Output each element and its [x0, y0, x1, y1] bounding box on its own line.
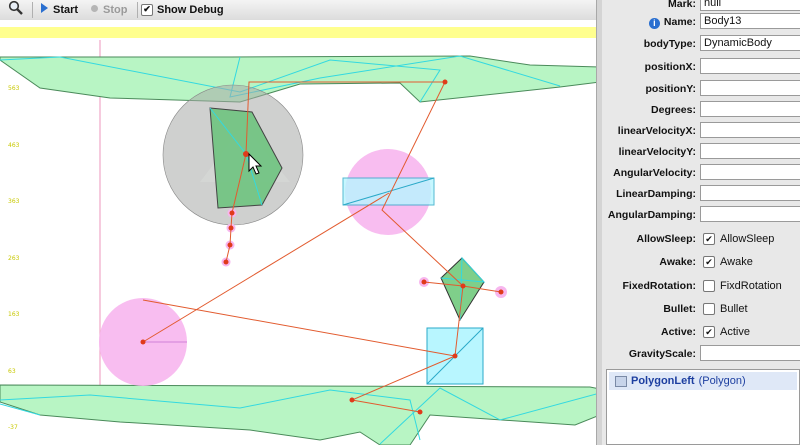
y-label: 463: [8, 142, 20, 149]
allowsleep-checkbox[interactable]: ✔: [703, 233, 715, 245]
prop-row-allowsleep: AllowSleep: ✔ AllowSleep: [602, 229, 800, 250]
selected-body-circle: [162, 84, 304, 226]
y-label: 263: [8, 255, 20, 262]
y-label: -37: [8, 424, 18, 431]
play-icon: [40, 3, 49, 16]
active-checkbox[interactable]: ✔: [703, 326, 715, 338]
prop-row-linearvelocityx: linearVelocityX:: [602, 121, 800, 142]
polygon-fixture-icon: [615, 375, 627, 387]
fixedrotation-label: FixedRotation:: [622, 280, 697, 292]
mark-field[interactable]: null: [700, 0, 800, 11]
prop-row-gravityscale: GravityScale:: [602, 344, 800, 365]
prop-row-awake: Awake: ✔ Awake: [602, 252, 800, 273]
bodytype-label: bodyType:: [643, 38, 696, 50]
active-toggle[interactable]: ✔ Active: [703, 326, 750, 338]
prop-row-name: i Name: Body13: [602, 12, 800, 33]
fixture-list: PolygonLeft (Polygon): [606, 369, 800, 445]
positiony-label: positionY:: [645, 83, 696, 95]
prop-row-angulardamping: AngularDamping:: [602, 205, 800, 226]
gravityscale-field[interactable]: [700, 345, 800, 361]
prop-row-bullet: Bullet: Bullet: [602, 299, 800, 320]
stop-label: Stop: [103, 3, 128, 16]
angulardamping-label: AngularDamping:: [607, 209, 696, 221]
zoom-button[interactable]: [8, 0, 24, 19]
fixedrotation-checkbox[interactable]: [703, 280, 715, 292]
fixture-name: PolygonLeft: [631, 375, 695, 387]
bodytype-field[interactable]: DynamicBody: [700, 35, 800, 51]
toolbar: Start Stop ✔ Show Debug: [0, 0, 600, 21]
prop-row-degrees: Degrees:: [602, 100, 800, 121]
active-label: Active:: [660, 326, 696, 338]
awake-checkbox[interactable]: ✔: [703, 256, 715, 268]
start-label: Start: [53, 3, 79, 16]
prop-row-bodytype: bodyType: DynamicBody: [602, 34, 800, 55]
y-label: 363: [8, 198, 20, 205]
bullet-toggle[interactable]: Bullet: [703, 303, 748, 315]
lineardamping-label: LinearDamping:: [616, 188, 696, 200]
linearvelocityx-field[interactable]: [700, 122, 800, 138]
positiony-field[interactable]: [700, 80, 800, 96]
awake-label: Awake:: [659, 256, 696, 268]
name-label: i Name:: [648, 16, 696, 29]
fixture-list-item[interactable]: PolygonLeft (Polygon): [609, 372, 797, 390]
bullet-label: Bullet:: [663, 303, 696, 315]
linearvelocityy-label: linearVelocityY:: [618, 146, 696, 158]
prop-row-positiony: positionY:: [602, 79, 800, 100]
stop-icon: [90, 4, 99, 16]
fixedrotation-check-label: FixdRotation: [720, 280, 782, 292]
bullet-checkbox[interactable]: [703, 303, 715, 315]
prop-row-fixedrotation: FixedRotation: FixdRotation: [602, 276, 800, 297]
stop-button[interactable]: Stop: [90, 0, 127, 19]
linearvelocityy-field[interactable]: [700, 143, 800, 159]
show-debug-label: Show Debug: [157, 3, 224, 16]
y-label: 163: [8, 311, 20, 318]
prop-row-linearvelocityy: linearVelocityY:: [602, 142, 800, 163]
bullet-check-label: Bullet: [720, 303, 748, 315]
angularvelocity-label: AngularVelocity:: [613, 167, 696, 179]
pink-circle-body: [342, 149, 435, 235]
allowsleep-check-label: AllowSleep: [720, 233, 775, 245]
lineardamping-field[interactable]: [700, 185, 800, 201]
positionx-field[interactable]: [700, 58, 800, 74]
gravityscale-label: GravityScale:: [628, 348, 696, 360]
y-label: 563: [8, 85, 20, 92]
linearvelocityx-label: linearVelocityX:: [617, 125, 696, 137]
degrees-label: Degrees:: [651, 104, 696, 116]
magnifier-icon: [8, 0, 24, 19]
physics-canvas[interactable]: 563 463 363 263 163 63 -37: [0, 20, 600, 445]
properties-panel: Mark: null i Name: Body13 bodyType: Dynam…: [602, 0, 800, 445]
start-button[interactable]: Start: [40, 0, 78, 19]
show-debug-checkbox[interactable]: ✔: [141, 3, 153, 16]
fixedrotation-toggle[interactable]: FixdRotation: [703, 280, 782, 292]
prop-row-positionx: positionX:: [602, 57, 800, 78]
mark-label: Mark:: [667, 0, 696, 10]
y-axis-labels: 563 463 363 263 163 63 -37: [8, 85, 20, 431]
degrees-field[interactable]: [700, 101, 800, 117]
positionx-label: positionX:: [644, 61, 696, 73]
y-label: 63: [8, 368, 16, 375]
awake-check-label: Awake: [720, 256, 753, 268]
allowsleep-toggle[interactable]: ✔ AllowSleep: [703, 233, 774, 245]
static-ground-bottom: [0, 384, 600, 445]
angularvelocity-field[interactable]: [700, 164, 800, 180]
static-ground-top: [0, 55, 600, 103]
prop-row-lineardamping: LinearDamping:: [602, 184, 800, 205]
active-check-label: Active: [720, 326, 750, 338]
allowsleep-label: AllowSleep:: [636, 233, 696, 245]
awake-toggle[interactable]: ✔ Awake: [703, 256, 753, 268]
angulardamping-field[interactable]: [700, 206, 800, 222]
name-field[interactable]: Body13: [700, 13, 800, 29]
prop-row-angularvelocity: AngularVelocity:: [602, 163, 800, 184]
show-debug-toggle[interactable]: ✔ Show Debug: [141, 0, 224, 19]
prop-row-active: Active: ✔ Active: [602, 322, 800, 343]
world-view[interactable]: 563 463 363 263 163 63 -37: [0, 20, 600, 445]
fixture-type: (Polygon): [698, 375, 746, 387]
info-icon: i: [648, 18, 660, 29]
